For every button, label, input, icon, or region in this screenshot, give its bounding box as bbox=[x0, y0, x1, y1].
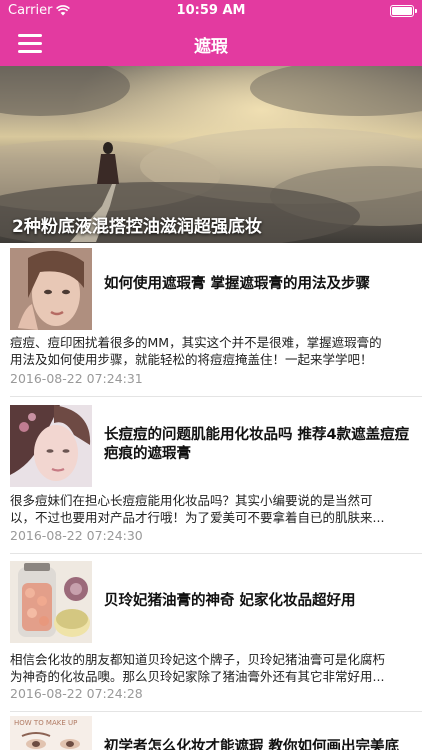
article-item[interactable]: 如何使用遮瑕膏 掌握遮瑕膏的用法及步骤 痘痘、痘印困扰着很多的MM，其实这个并不… bbox=[0, 243, 422, 398]
article-summary: 相信会化妆的朋友都知道贝玲妃这个牌子，贝玲妃猪油膏可是化腐朽 为神奇的化妆品噢。… bbox=[10, 652, 386, 684]
page-title: 遮瑕 bbox=[194, 37, 228, 57]
top-bar: Carrier 10:59 AM 遮瑕 bbox=[0, 0, 422, 66]
battery-icon bbox=[390, 5, 417, 17]
hero-title: 2种粉底液混搭控油滋润超强底妆 bbox=[12, 217, 262, 237]
article-title: 贝玲妃猪油膏的神奇 妃家化妆品超好用 bbox=[104, 593, 356, 609]
article-item[interactable]: HOW TO MAKE UP 初学者怎么化妆才能遮瑕 教你如何画出完美底 bbox=[0, 714, 422, 750]
article-thumbnail bbox=[10, 405, 92, 487]
article-date: 2016-08-22 07:24:31 bbox=[10, 371, 143, 386]
article-summary: 很多痘妹们在担心长痘痘能用化妆品吗？其实小编要说的是当然可 以，不过也要用对产品… bbox=[10, 493, 385, 525]
article-title: 长痘痘的问题肌能用化妆品吗 推荐4款遮盖痘痘 疤痕的遮瑕膏 bbox=[104, 427, 410, 462]
article-item[interactable]: 贝玲妃猪油膏的神奇 妃家化妆品超好用 相信会化妆的朋友都知道贝玲妃这个牌子，贝玲… bbox=[0, 557, 422, 710]
article-item[interactable]: 长痘痘的问题肌能用化妆品吗 推荐4款遮盖痘痘 疤痕的遮瑕膏 很多痘妹们在担心长痘… bbox=[0, 400, 422, 553]
article-date: 2016-08-22 07:24:28 bbox=[10, 686, 143, 701]
thumb-caption: HOW TO MAKE UP bbox=[14, 719, 77, 727]
divider bbox=[10, 711, 422, 712]
article-title: 初学者怎么化妆才能遮瑕 教你如何画出完美底 bbox=[104, 739, 400, 750]
hero-banner[interactable]: 2种粉底液混搭控油滋润超强底妆 bbox=[0, 66, 422, 243]
navigation-bar: 遮瑕 bbox=[0, 22, 422, 66]
article-summary: 痘痘、痘印困扰着很多的MM，其实这个并不是很难，掌握遮瑕膏的 用法及如何使用步骤… bbox=[10, 335, 382, 367]
article-title: 如何使用遮瑕膏 掌握遮瑕膏的用法及步骤 bbox=[104, 276, 371, 292]
divider bbox=[10, 396, 422, 397]
article-thumbnail: HOW TO MAKE UP bbox=[10, 716, 92, 750]
status-bar: Carrier 10:59 AM bbox=[0, 0, 422, 22]
article-date: 2016-08-22 07:24:30 bbox=[10, 528, 143, 543]
status-time: 10:59 AM bbox=[176, 3, 246, 18]
divider bbox=[10, 553, 422, 554]
article-thumbnail bbox=[10, 561, 92, 643]
article-thumbnail bbox=[10, 248, 92, 330]
